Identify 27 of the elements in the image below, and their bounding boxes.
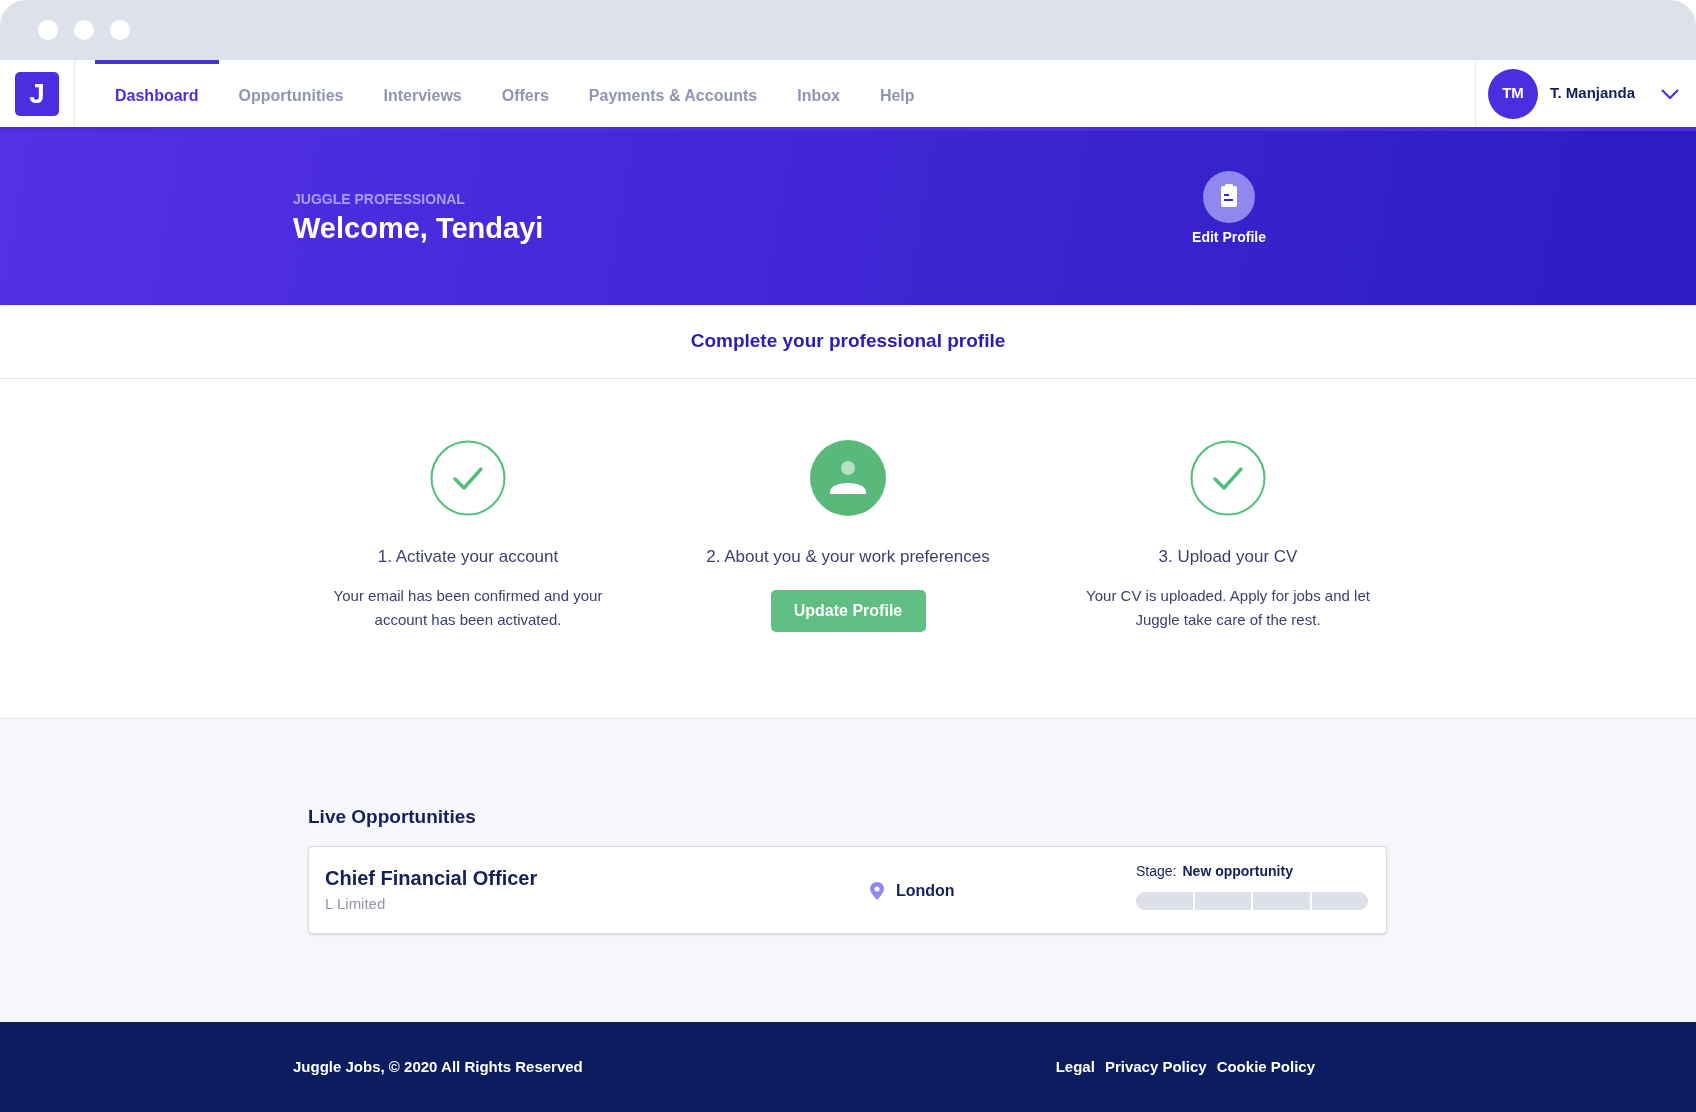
- step-title: 3. Upload your CV: [1158, 546, 1298, 568]
- step-title: 1. Activate your account: [377, 546, 559, 568]
- clipboard-icon[interactable]: [1203, 171, 1256, 223]
- copyright-text: Juggle Jobs, © 2020 All Rights Reserved: [293, 1056, 583, 1077]
- company-name: L Limited: [325, 894, 387, 915]
- job-location: London: [896, 880, 955, 901]
- stage-label: Stage:: [1136, 862, 1177, 881]
- step-description: Your CV is uploaded. Apply for jobs and let Juggle take care of the rest.: [1085, 585, 1371, 630]
- nav-tab[interactable]: Dashboard: [95, 60, 219, 127]
- user-name[interactable]: T. Manjanda: [1550, 82, 1635, 105]
- footer-link[interactable]: Privacy Policy: [1104, 1055, 1207, 1079]
- step-title: 2. About you & your work preferences: [706, 546, 990, 568]
- opportunity-card[interactable]: Chief Financial Officer L Limited London Stage: New opportunity: [308, 845, 1387, 934]
- section-heading: Complete your professional profile: [690, 329, 1006, 354]
- edit-profile-link[interactable]: Edit Profile: [1192, 227, 1266, 248]
- banner-eyebrow: JUGGLE PROFESSIONAL: [293, 190, 466, 209]
- footer-link[interactable]: Legal: [1055, 1055, 1095, 1079]
- job-title: Chief Financial Officer: [325, 866, 539, 892]
- footer-link[interactable]: Cookie Policy: [1216, 1055, 1315, 1079]
- location-pin-icon: [870, 881, 884, 900]
- user-avatar[interactable]: TM: [1488, 68, 1538, 119]
- section-heading: Live Opportunities: [308, 805, 477, 829]
- step-description: Your email has been confirmed and your account has been activated.: [332, 585, 604, 630]
- welcome-heading: Welcome, Tendayi: [293, 211, 544, 246]
- chevron-down-icon[interactable]: [1660, 87, 1680, 100]
- logo[interactable]: J: [15, 71, 59, 116]
- stage-value: New opportunity: [1182, 862, 1293, 881]
